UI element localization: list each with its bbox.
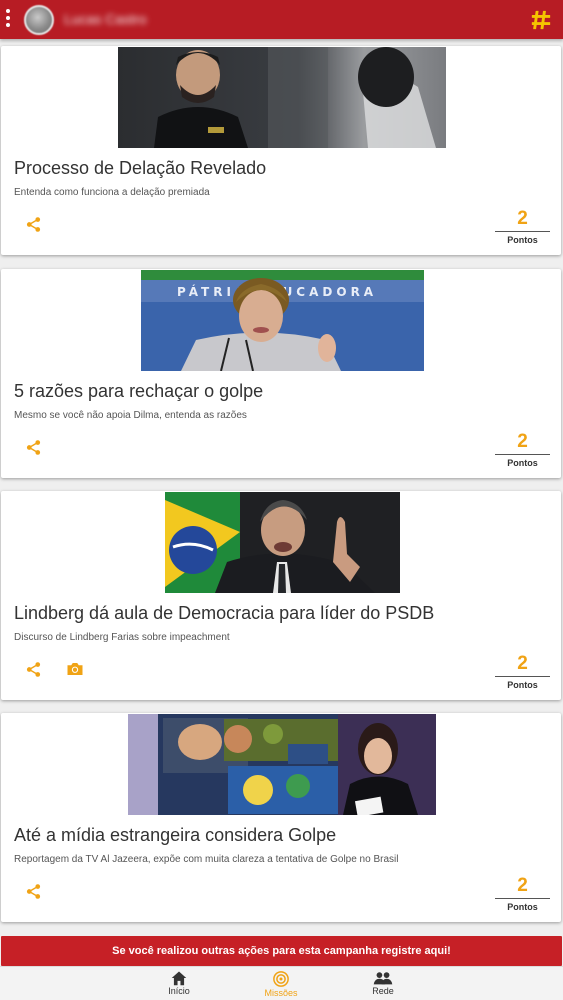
points-counter: 2 Pontos <box>495 431 550 468</box>
points-value: 2 <box>517 208 528 229</box>
points-value: 2 <box>517 875 528 896</box>
points-value: 2 <box>517 431 528 452</box>
points-divider <box>495 898 550 899</box>
nav-label: Início <box>168 986 190 996</box>
points-label: Pontos <box>507 235 538 245</box>
mission-image <box>128 714 436 815</box>
share-icon[interactable] <box>25 661 42 678</box>
mission-image: PÁTRIA EDUCADORA <box>141 270 424 371</box>
points-label: Pontos <box>507 458 538 468</box>
points-counter: 2 Pontos <box>495 875 550 912</box>
target-icon <box>273 971 289 987</box>
mission-image <box>118 47 446 148</box>
share-icon[interactable] <box>25 883 42 900</box>
avatar[interactable] <box>24 5 54 35</box>
card-title[interactable]: Processo de Delação Revelado <box>14 158 266 179</box>
card-title[interactable]: Lindberg dá aula de Democracia para líde… <box>14 603 434 624</box>
hash-icon[interactable] <box>530 9 552 31</box>
nav-item-rede[interactable]: Rede <box>348 970 418 996</box>
mission-card[interactable]: PÁTRIA EDUCADORA 5 razões para rechaçar … <box>1 269 561 478</box>
card-title[interactable]: 5 razões para rechaçar o golpe <box>14 381 263 402</box>
home-icon <box>171 971 187 986</box>
card-description: Entenda como funciona a delação premiada <box>14 187 210 198</box>
nav-item-missoes[interactable]: Missões <box>246 970 316 998</box>
bottom-navigation: Início Missões Rede <box>0 966 563 1000</box>
points-counter: 2 Pontos <box>495 653 550 690</box>
points-label: Pontos <box>507 902 538 912</box>
points-divider <box>495 231 550 232</box>
points-divider <box>495 676 550 677</box>
points-divider <box>495 454 550 455</box>
mission-card[interactable]: Lindberg dá aula de Democracia para líde… <box>1 491 561 700</box>
share-icon[interactable] <box>25 216 42 233</box>
points-counter: 2 Pontos <box>495 208 550 245</box>
camera-icon[interactable] <box>66 661 84 677</box>
share-icon[interactable] <box>25 439 42 456</box>
nav-label: Rede <box>372 986 394 996</box>
card-description: Discurso de Lindberg Farias sobre impeac… <box>14 632 230 643</box>
card-description: Reportagem da TV Al Jazeera, expõe com m… <box>14 854 399 865</box>
people-icon <box>373 972 393 985</box>
register-actions-button[interactable]: Se você realizou outras ações para esta … <box>1 936 562 966</box>
points-value: 2 <box>517 653 528 674</box>
more-options-icon[interactable] <box>4 9 12 29</box>
mission-image <box>165 492 400 593</box>
top-app-bar: Lucas Castro <box>0 0 563 39</box>
card-title[interactable]: Até a mídia estrangeira considera Golpe <box>14 825 336 846</box>
username-label: Lucas Castro <box>64 11 147 26</box>
card-description: Mesmo se você não apoia Dilma, entenda a… <box>14 410 247 421</box>
mission-card[interactable]: Até a mídia estrangeira considera Golpe … <box>1 713 561 922</box>
points-label: Pontos <box>507 680 538 690</box>
nav-item-inicio[interactable]: Início <box>144 970 214 996</box>
mission-card[interactable]: Processo de Delação Revelado Entenda com… <box>1 46 561 255</box>
nav-label: Missões <box>264 988 298 998</box>
